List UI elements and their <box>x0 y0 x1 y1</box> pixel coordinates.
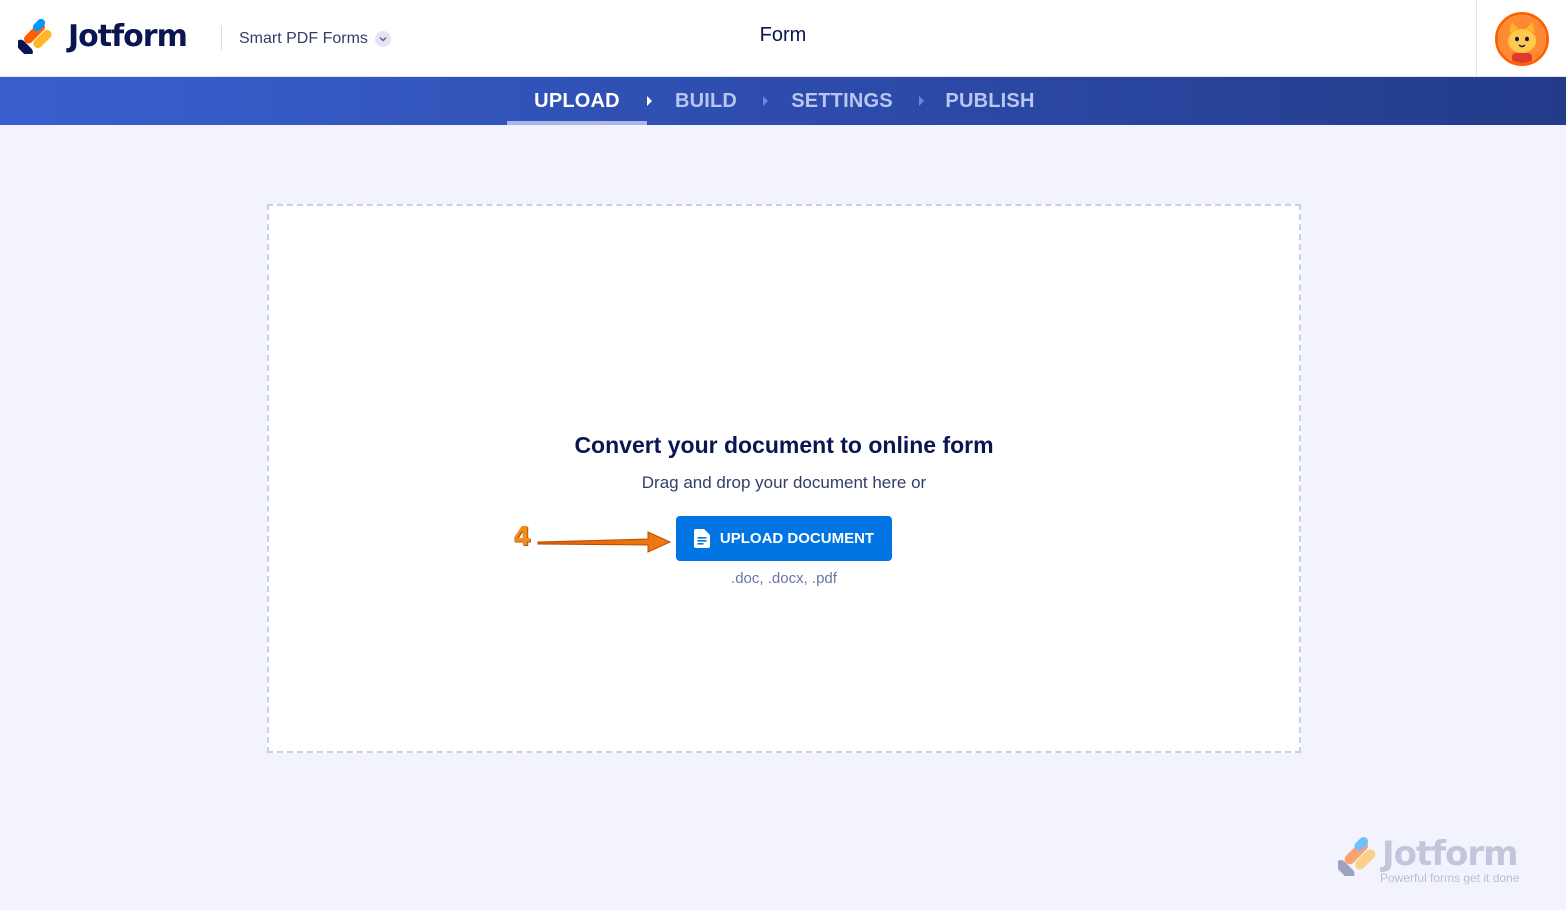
product-label: Smart PDF Forms <box>239 30 368 47</box>
cat-avatar-icon <box>1497 14 1546 63</box>
top-header: Jotform Smart PDF Forms Form <box>0 0 1566 77</box>
form-title-container: Form <box>0 24 1566 47</box>
avatar[interactable] <box>1494 11 1549 66</box>
document-dropzone[interactable]: Convert your document to online form Dra… <box>267 204 1301 753</box>
user-menu[interactable] <box>1476 0 1566 77</box>
header-divider <box>221 26 222 50</box>
form-title[interactable]: Form <box>760 24 807 46</box>
logo-wordmark: Jotform <box>68 18 188 54</box>
upload-button-label: UPLOAD DOCUMENT <box>719 530 875 547</box>
tab-settings[interactable]: SETTINGS <box>787 77 897 125</box>
step-arrow-icon <box>919 96 924 106</box>
wizard-steps-bar: UPLOAD BUILD SETTINGS PUBLISH <box>0 77 1566 125</box>
step-arrow-icon <box>647 96 652 106</box>
tab-publish[interactable]: PUBLISH <box>943 77 1037 125</box>
watermark-brand: Jotform <box>1382 834 1519 874</box>
tab-upload[interactable]: UPLOAD <box>507 77 647 125</box>
dropzone-subtitle: Drag and drop your document here or <box>641 473 927 492</box>
dropzone-title: Convert your document to online form <box>574 432 994 458</box>
jotform-logo[interactable]: Jotform <box>18 18 188 54</box>
annotation-arrow-icon <box>537 531 672 553</box>
supported-formats: .doc, .docx, .pdf <box>731 570 837 587</box>
tab-build[interactable]: BUILD <box>670 77 742 125</box>
document-icon <box>693 529 710 548</box>
jotform-logo-icon <box>18 18 52 54</box>
watermark-tagline: Powerful forms get it done <box>1380 871 1520 885</box>
upload-document-button[interactable]: UPLOAD DOCUMENT <box>676 516 892 561</box>
step-arrow-icon <box>763 96 768 106</box>
chevron-down-icon[interactable] <box>374 31 391 47</box>
step-annotation-number: 4 <box>513 522 532 552</box>
product-switcher[interactable]: Smart PDF Forms <box>239 30 391 48</box>
watermark-logo-icon <box>1338 836 1376 876</box>
jotform-watermark: Jotform Powerful forms get it done <box>1338 834 1538 891</box>
